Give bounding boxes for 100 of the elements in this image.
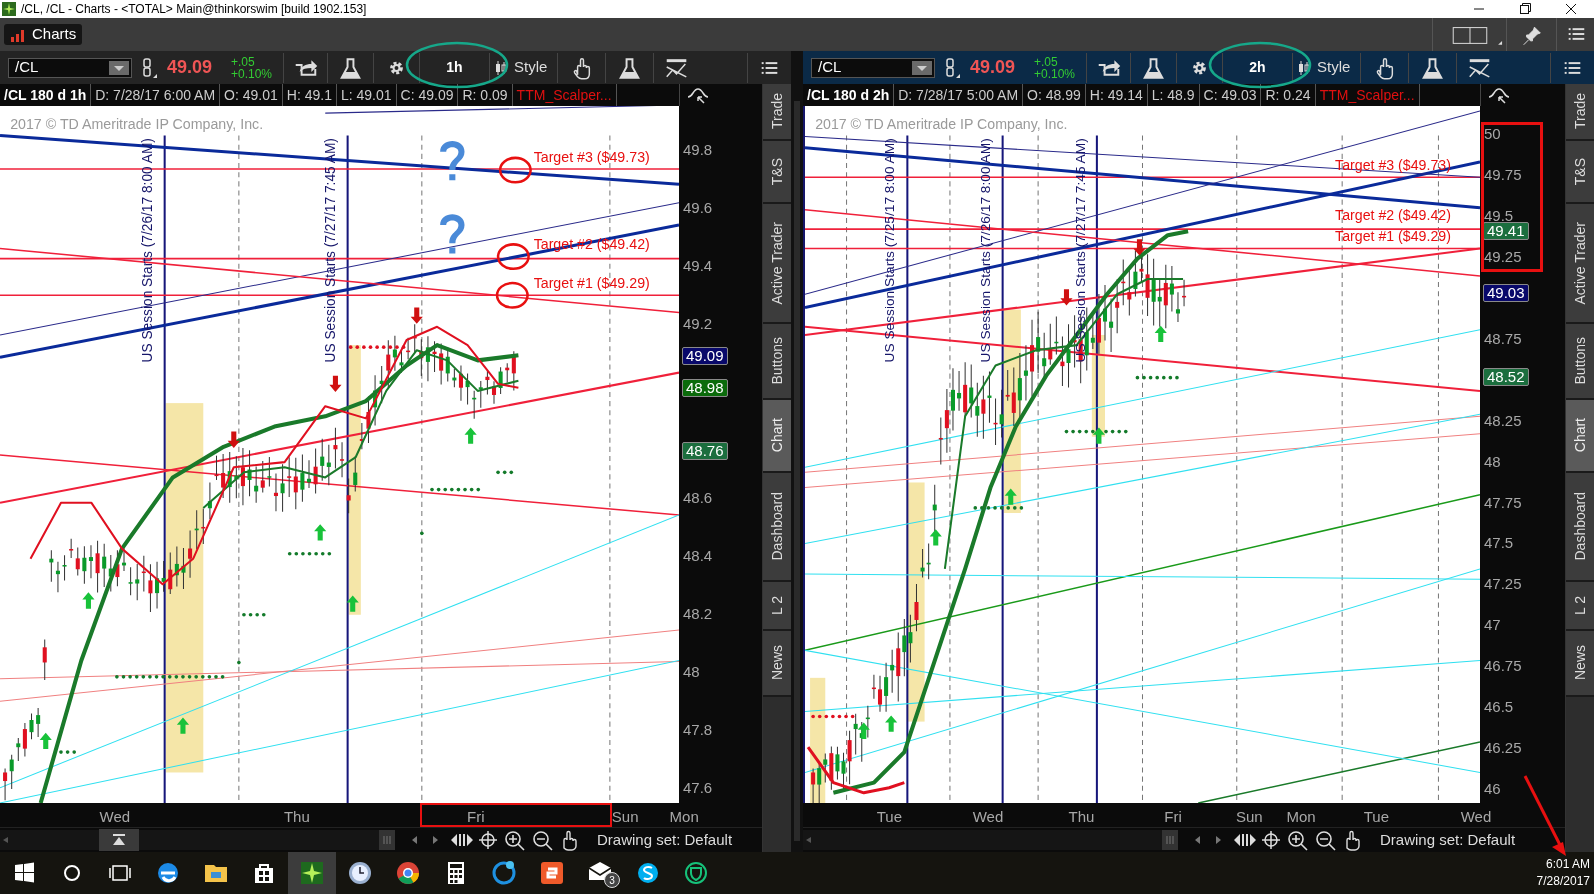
copyright-text: 2017 © TD Ameritrade IP Company, Inc. xyxy=(10,116,264,133)
price-tick: 47.5 xyxy=(1484,533,1514,554)
day-label: Wed xyxy=(972,807,1004,827)
collapse-arrows-icon[interactable] xyxy=(686,85,710,105)
scroll-thumb-icon[interactable] xyxy=(1162,830,1178,850)
collapse-arrows-icon[interactable] xyxy=(1487,85,1511,105)
session-label: US Session Starts (7/26/17 8:00 AM) xyxy=(978,138,994,363)
side-panel-tab[interactable]: Buttons xyxy=(1566,324,1594,400)
up-arrow-icon xyxy=(885,715,898,732)
up-arrow-icon xyxy=(39,732,52,750)
side-panel-tab[interactable]: Dashboard xyxy=(763,473,791,582)
caret-icon xyxy=(912,60,932,75)
symbol-dropdown[interactable]: /CL xyxy=(8,57,132,78)
up-arrow-icon xyxy=(314,524,327,541)
side-panel-tab[interactable]: Active Trader xyxy=(1566,204,1594,324)
last-price: 49.09 xyxy=(970,56,1017,79)
dotted-signal-line xyxy=(242,612,266,617)
side-panel-tab[interactable]: Trade xyxy=(1566,84,1594,141)
price-tick: 48.75 xyxy=(1484,328,1522,349)
side-panel-tab[interactable]: News xyxy=(763,631,791,697)
price-tick: 46.5 xyxy=(1484,696,1514,717)
day-label: Tue xyxy=(1363,807,1389,827)
last-price: 49.09 xyxy=(167,56,214,79)
price-tick: 49.4 xyxy=(683,255,713,276)
side-panel-tab[interactable]: Buttons xyxy=(763,324,791,400)
price-tick: 46.75 xyxy=(1484,655,1522,676)
dotted-signal-line xyxy=(811,714,855,719)
target-label: Target #3 ($49.73) xyxy=(533,148,650,165)
price-badge: 48.76 xyxy=(682,442,728,461)
caret-icon xyxy=(109,60,129,75)
session-label: US Session Starts (7/25/17 8:00 AM) xyxy=(882,138,898,363)
day-label: Thu xyxy=(283,807,310,827)
down-arrow-icon xyxy=(1060,289,1073,306)
style-button[interactable]: Style xyxy=(489,52,557,83)
price-tick: 50 xyxy=(1484,124,1501,145)
side-panel-tab[interactable]: Trade xyxy=(763,84,791,141)
day-label: Thu xyxy=(1068,807,1095,827)
drawing-set-dropdown[interactable]: Drawing set: Default xyxy=(597,829,739,851)
target-label: Target #2 ($49.42) xyxy=(1335,206,1451,223)
price-tick: 48 xyxy=(1484,451,1501,472)
target-label: Target #3 ($49.73) xyxy=(1335,157,1451,174)
copyright-text: 2017 © TD Ameritrade IP Company, Inc. xyxy=(815,116,1068,133)
price-tick: 48.6 xyxy=(683,487,713,508)
scroll-track[interactable] xyxy=(0,830,395,850)
jump-to-latest-icon[interactable] xyxy=(99,829,139,851)
style-button[interactable]: Style xyxy=(1292,52,1360,83)
price-tick: 47.8 xyxy=(683,719,713,740)
price-badge: 48.52 xyxy=(1483,367,1529,386)
price-tick: 46.25 xyxy=(1484,737,1522,758)
day-label: Mon xyxy=(1286,807,1316,827)
charts-tab[interactable]: Charts xyxy=(4,24,83,45)
day-label: Fri xyxy=(1164,807,1182,827)
scroll-track[interactable] xyxy=(803,830,1178,850)
net-change: +.05 xyxy=(1034,55,1059,68)
symbol-dropdown[interactable]: /CL xyxy=(811,57,935,78)
side-panel-tab[interactable]: L 2 xyxy=(1566,582,1594,631)
price-tick: 48.25 xyxy=(1484,410,1522,431)
price-tick: 47.25 xyxy=(1484,574,1522,595)
price-badge: 49.41 xyxy=(1483,222,1529,240)
down-arrow-icon xyxy=(227,431,240,448)
side-panel-tab[interactable]: Chart xyxy=(1566,400,1594,473)
side-panel-tab[interactable]: Chart xyxy=(763,400,791,473)
up-arrow-icon xyxy=(857,722,870,739)
price-tick: 48.4 xyxy=(683,545,713,566)
day-label: Wed xyxy=(99,807,131,827)
window-title: /CL, /CL - Charts - <TOTAL> Main@thinkorswim [build 1902.153] xyxy=(21,1,367,18)
percent-change: +0.10% xyxy=(1034,67,1077,80)
up-arrow-icon xyxy=(1004,488,1017,505)
side-panel-tab[interactable]: Active Trader xyxy=(763,204,791,324)
down-arrow-icon xyxy=(1133,239,1146,256)
side-panel-tab[interactable]: T&S xyxy=(1566,141,1594,204)
down-arrow-icon xyxy=(410,307,423,324)
side-panel-tab[interactable]: News xyxy=(1566,631,1594,697)
timeframe-button[interactable]: 1h xyxy=(419,52,489,83)
price-tick: 49.8 xyxy=(683,139,713,160)
up-arrow-icon xyxy=(82,592,95,609)
up-arrow-icon xyxy=(346,595,359,612)
highlight-circle xyxy=(498,156,532,184)
price-badge: 49.09 xyxy=(682,346,728,365)
price-tick: 49.2 xyxy=(683,313,713,334)
notification-badge: 3 xyxy=(604,872,620,888)
side-panel-tab[interactable]: Dashboard xyxy=(1566,473,1594,582)
clock-time: 6:01 AM xyxy=(1545,856,1590,873)
up-arrow-icon xyxy=(1092,427,1105,444)
clock-date: 7/28/2017 xyxy=(1536,873,1590,890)
side-panel-tab[interactable]: L 2 xyxy=(763,582,791,631)
target-label: Target #1 ($49.29) xyxy=(533,275,650,292)
day-label: Wed xyxy=(1460,807,1492,827)
timeframe-button[interactable]: 2h xyxy=(1222,52,1292,83)
scroll-thumb-icon[interactable] xyxy=(379,830,395,850)
side-panel-tab[interactable]: T&S xyxy=(763,141,791,204)
candle-icon xyxy=(494,59,508,76)
session-label: US Session Starts (7/26/17 8:00 AM) xyxy=(140,138,156,363)
up-arrow-icon xyxy=(929,529,942,546)
up-arrow-icon xyxy=(176,717,190,734)
dotted-signal-line xyxy=(59,750,77,754)
candle-icon xyxy=(1297,59,1311,76)
target-label: Target #1 ($49.29) xyxy=(1335,228,1451,245)
percent-change: +0.10% xyxy=(231,67,274,80)
drawing-set-dropdown[interactable]: Drawing set: Default xyxy=(1380,829,1522,851)
